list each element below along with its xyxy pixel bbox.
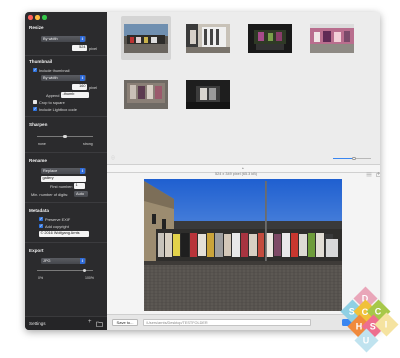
add-copyright-checkbox[interactable] [39,223,43,229]
zoom-slider-fill [333,158,354,159]
thumbnail-mode-select[interactable]: By width ⇕ [41,75,86,81]
preserve-exif-checkbox[interactable] [39,216,43,222]
preview-dimensions-label: 524 x 349 pixel (65.3 kB) [215,172,258,176]
thumbnail-image [310,23,354,53]
gallery-thumbnail[interactable] [245,16,295,60]
rename-mode-value: Replace [43,168,58,173]
divider-handle-icon[interactable]: ▴ [242,166,244,170]
sharpen-max-label: strong [83,142,93,146]
share-icon[interactable] [376,172,380,177]
quality-slider-knob[interactable] [82,268,87,273]
section-divider [25,55,107,56]
resize-mode-select[interactable]: By width ⇕ [41,36,86,42]
sharpen-section-title: Sharpen [29,122,48,127]
add-copyright-label: Add copyright [45,224,69,229]
section-divider [25,116,107,117]
sidebar-footer: Settings + [25,316,107,330]
export-section-title: Export [29,248,44,253]
chevron-updown-icon: ⇕ [80,36,85,42]
resize-unit-label: pixel [89,46,98,51]
folder-icon[interactable] [96,321,103,327]
gallery-thumbnail[interactable] [183,72,233,116]
add-preset-icon[interactable]: + [88,319,92,325]
thumbnail-image [248,23,292,53]
save-to-button[interactable]: Save to... [112,319,138,326]
info-icon[interactable]: ⓘ [111,155,115,161]
zoom-window-button[interactable] [42,15,47,20]
watermark-badge: D S O C H S I U [335,286,399,353]
screenshot-stage: Resize By width ⇕ 524 pixel Thumbnail In… [0,0,400,358]
rename-mode-select[interactable]: Replace ⇕ [41,168,86,174]
watermark-letter: U [363,335,370,346]
minimize-window-button[interactable] [35,15,40,20]
sharpen-slider[interactable] [37,134,93,139]
chevron-updown-icon: ⇕ [80,258,85,264]
quality-slider[interactable] [37,268,93,273]
watermark-letter: I [385,319,388,330]
section-divider [25,152,107,153]
resize-section-title: Resize [29,25,44,30]
copyright-field[interactable]: © 2016 Wolfgang Arnts [39,231,89,237]
resize-mode-value: By width [43,36,58,41]
thumbnail-image [124,79,168,109]
sharpen-min-label: none [38,142,46,146]
gallery-thumbnail[interactable] [121,72,171,116]
rename-section-title: Rename [29,158,47,163]
min-digits-select[interactable]: Auto [74,191,88,197]
watermark-letter: C [375,306,382,317]
include-thumbnail-checkbox[interactable] [33,67,37,73]
preview-image [144,179,342,311]
first-number-label: First number: [50,184,73,189]
thumbnail-image [124,23,168,53]
image-gallery: ⓘ [107,12,380,164]
thumbnail-section-title: Thumbnail [29,59,53,64]
zoom-slider-knob[interactable] [352,156,356,161]
section-divider [25,202,107,203]
app-window: Resize By width ⇕ 524 pixel Thumbnail In… [25,12,380,330]
chevron-updown-icon: ⇕ [80,75,85,81]
sharpen-slider-knob[interactable] [63,134,67,139]
quality-max-label: 100% [85,276,94,280]
thumbnail-width-field[interactable]: 160 [72,84,87,90]
append-field[interactable]: -thumb [61,92,89,98]
thumbnail-unit-label: pixel [89,85,98,90]
export-format-select[interactable]: JPG ⇕ [41,258,86,264]
list-icon[interactable] [366,172,372,177]
lightbox-code-checkbox[interactable] [33,106,37,112]
thumbnail-image [186,23,230,53]
quality-min-label: 0% [38,276,44,280]
rename-name-field[interactable]: gallery [41,176,86,182]
output-path-field[interactable]: /Users/arnts/Desktop/TESTFOLDER [143,319,311,326]
close-window-button[interactable] [28,15,33,20]
window-controls [28,15,47,20]
settings-sidebar: Resize By width ⇕ 524 pixel Thumbnail In… [25,12,107,330]
first-number-field[interactable]: 1 [74,183,85,189]
append-label: Append [46,93,60,98]
export-format-value: JPG [43,258,51,263]
chevron-updown-icon: ⇕ [80,168,85,174]
gallery-thumbnail[interactable] [183,16,233,60]
preserve-exif-label: Preserve EXIF [45,217,71,222]
thumbnail-image [186,79,230,109]
metadata-section-title: Metadata [29,208,49,213]
min-digits-value: Auto [76,191,85,196]
lightbox-code-label: Include Lightbox code [39,107,77,112]
gallery-thumbnail[interactable] [121,16,171,60]
crop-square-checkbox[interactable] [33,100,37,104]
thumbnail-mode-value: By width [43,75,58,80]
min-digits-label: Min. number of digits: [31,192,69,197]
resize-width-field[interactable]: 524 [72,45,87,51]
zoom-slider[interactable] [333,156,371,161]
settings-label[interactable]: Settings [29,321,46,326]
crop-square-label: Crop to square [39,100,65,105]
gallery-thumbnail[interactable] [307,16,357,60]
section-divider [25,242,107,243]
include-thumbnail-label: Include thumbnail [39,68,70,73]
